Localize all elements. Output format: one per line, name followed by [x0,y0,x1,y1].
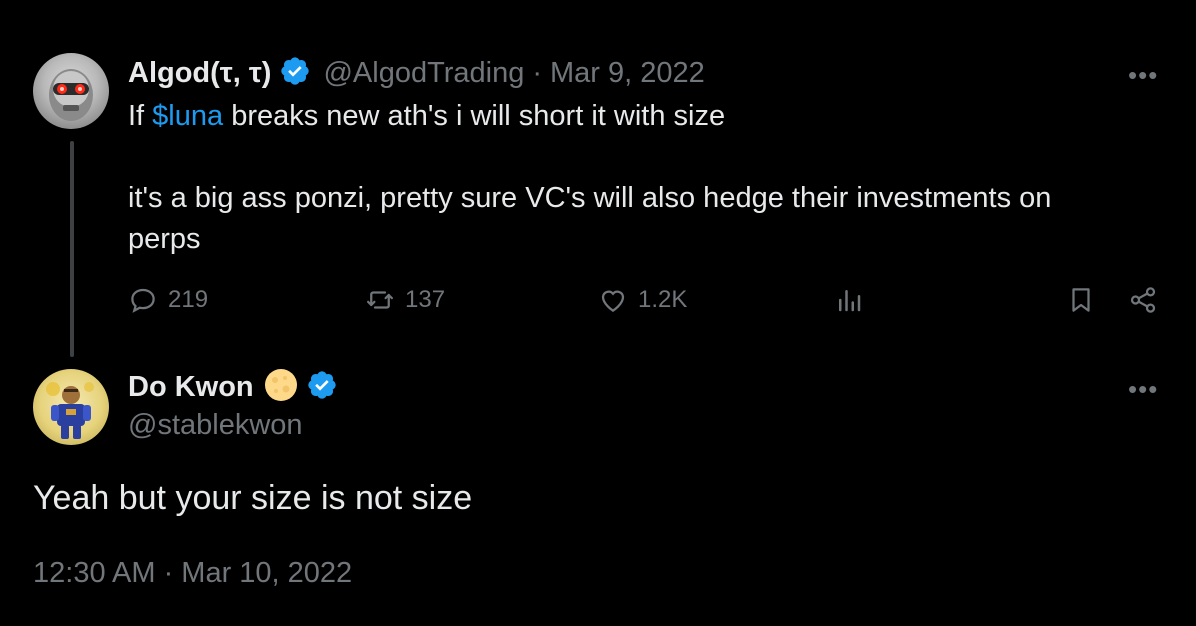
like-count: 1.2K [638,286,688,313]
author-name[interactable]: Do Kwon [128,371,254,404]
tweet-paragraph-2: it's a big ass ponzi, pretty sure VC's w… [128,182,1052,255]
like-icon [601,290,625,312]
main-tweet-header: Do Kwon [128,367,338,407]
repost-button[interactable]: 137 [365,285,445,315]
algod-avatar[interactable] [33,53,109,129]
more-icon[interactable]: ••• [1128,62,1158,88]
moon-emoji-icon [264,368,298,407]
repost-count: 137 [405,286,446,313]
character-figure-icon [46,382,94,439]
tweet-date[interactable]: Mar 9, 2022 [550,57,705,90]
reply-button[interactable]: 219 [128,285,208,315]
verified-badge-icon [279,55,311,92]
more-icon[interactable]: ••• [1128,376,1158,402]
thread-connector-line [70,141,74,357]
do-kwon-avatar[interactable] [33,369,109,445]
share-icon [1130,287,1156,313]
bookmark-button[interactable] [1066,285,1106,315]
cashtag-link[interactable]: $luna [152,100,223,132]
bookmark-icon [1072,288,1090,312]
author-handle[interactable]: @AlgodTrading [323,57,524,90]
header-separator: · [532,56,543,89]
repost-icon [367,291,393,309]
views-button[interactable] [834,285,874,315]
share-button[interactable] [1128,285,1168,315]
robot-face-icon [49,69,93,121]
main-tweet-text: Yeah but your size is not size [33,479,473,517]
tweet-line-1: If $luna breaks new ath's i will short i… [128,100,726,132]
reply-icon [131,288,155,313]
tweet-timestamp[interactable]: 12:30 AM · Mar 10, 2022 [33,557,352,590]
author-name[interactable]: Algod(τ, τ) [128,57,271,90]
like-button[interactable]: 1.2K [598,285,687,315]
reply-count: 219 [168,286,209,313]
views-icon [839,290,861,312]
quoted-tweet-header: Algod(τ, τ) @AlgodTrading · Mar 9, 2022 [128,53,705,93]
author-handle[interactable]: @stablekwon [128,409,303,442]
quoted-tweet-text: If $luna breaks new ath's i will short i… [128,96,1128,260]
verified-badge-icon [306,369,338,406]
